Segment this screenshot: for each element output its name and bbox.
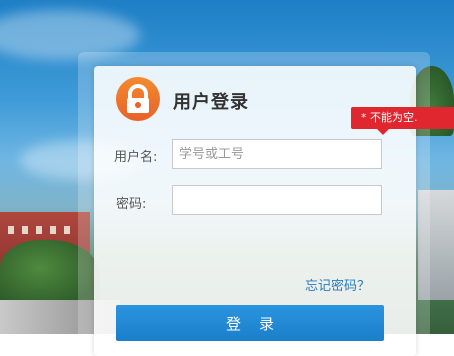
- username-input[interactable]: [172, 139, 382, 169]
- password-label: 密码:: [116, 197, 147, 212]
- lock-user-icon: [116, 77, 160, 121]
- page-title: 用户登录: [173, 92, 249, 113]
- forgot-password-link[interactable]: 忘记密码？: [305, 275, 370, 294]
- error-tooltip: * 不能为空.: [351, 107, 454, 135]
- login-button[interactable]: 登录: [116, 305, 384, 341]
- password-input[interactable]: [172, 185, 382, 215]
- username-label: 用户名:: [114, 150, 158, 165]
